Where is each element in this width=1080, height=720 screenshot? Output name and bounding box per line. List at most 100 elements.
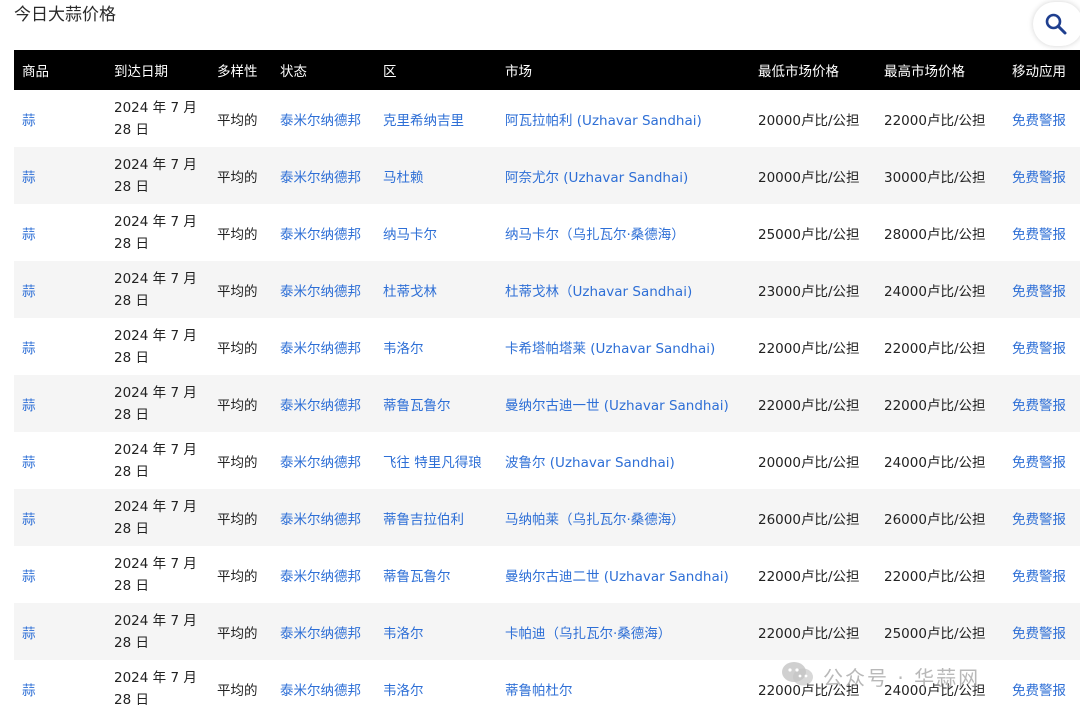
table-row: 蒜 2024 年 7 月 28 日 平均的 泰米尔纳德邦 蒂鲁瓦鲁尔 曼纳尔古迪一世 (U… [14, 375, 1080, 432]
cell-district[interactable]: 飞往 特里凡得琅 [375, 432, 497, 489]
cell-district[interactable]: 杜蒂戈林 [375, 261, 497, 318]
table-row: 蒜 2024 年 7 月 28 日 平均的 泰米尔纳德邦 韦洛尔 卡帕迪（乌扎瓦尔·桑德海… [14, 603, 1080, 660]
cell-market[interactable]: 马纳帕莱（乌扎瓦尔·桑德海） [497, 489, 750, 546]
cell-district[interactable]: 蒂鲁吉拉伯利 [375, 489, 497, 546]
table-header-row: 商品 到达日期 多样性 状态 区 市场 最低市场价格 最高市场价格 移动应用 [14, 50, 1080, 90]
cell-free-alert-link[interactable]: 免费警报 [1004, 204, 1080, 261]
cell-max-price: 22000卢比/公担 [884, 112, 986, 129]
cell-market[interactable]: 卡希塔帕塔莱 (Uzhavar Sandhai) [497, 318, 750, 375]
cell-district[interactable]: 马杜赖 [375, 147, 497, 204]
cell-market[interactable]: 卡帕迪（乌扎瓦尔·桑德海） [497, 603, 750, 660]
cell-variety: 平均的 [217, 226, 258, 243]
cell-state[interactable]: 泰米尔纳德邦 [272, 90, 375, 147]
cell-min-price: 26000卢比/公担 [758, 511, 860, 528]
cell-market[interactable]: 阿奈尤尔 (Uzhavar Sandhai) [497, 147, 750, 204]
cell-district[interactable]: 韦洛尔 [375, 660, 497, 717]
cell-commodity[interactable]: 蒜 [14, 261, 106, 318]
cell-district[interactable]: 韦洛尔 [375, 603, 497, 660]
cell-min-price: 25000卢比/公担 [758, 226, 860, 243]
cell-variety: 平均的 [217, 625, 258, 642]
cell-max-price: 30000卢比/公担 [884, 169, 986, 186]
header-min-price: 最低市场价格 [758, 64, 839, 80]
cell-arrival-date: 2024 年 7 月 28 日 [114, 327, 197, 366]
cell-arrival-date: 2024 年 7 月 28 日 [114, 669, 197, 708]
cell-variety: 平均的 [217, 511, 258, 528]
cell-free-alert-link[interactable]: 免费警报 [1004, 261, 1080, 318]
cell-market[interactable]: 阿瓦拉帕利 (Uzhavar Sandhai) [497, 90, 750, 147]
cell-max-price: 22000卢比/公担 [884, 340, 986, 357]
cell-arrival-date: 2024 年 7 月 28 日 [114, 555, 197, 594]
cell-free-alert-link[interactable]: 免费警报 [1004, 660, 1080, 717]
cell-state[interactable]: 泰米尔纳德邦 [272, 546, 375, 603]
cell-variety: 平均的 [217, 397, 258, 414]
cell-district[interactable]: 克里希纳吉里 [375, 90, 497, 147]
cell-variety: 平均的 [217, 340, 258, 357]
cell-market[interactable]: 纳马卡尔（乌扎瓦尔·桑德海） [497, 204, 750, 261]
cell-market[interactable]: 曼纳尔古迪二世 (Uzhavar Sandhai) [497, 546, 750, 603]
search-button[interactable] [1033, 2, 1080, 46]
price-table: 商品 到达日期 多样性 状态 区 市场 最低市场价格 最高市场价格 移动应用 蒜… [14, 50, 1080, 717]
cell-arrival-date: 2024 年 7 月 28 日 [114, 156, 197, 195]
table-row: 蒜 2024 年 7 月 28 日 平均的 泰米尔纳德邦 飞往 特里凡得琅 波鲁尔 (Uz… [14, 432, 1080, 489]
cell-commodity[interactable]: 蒜 [14, 660, 106, 717]
cell-state[interactable]: 泰米尔纳德邦 [272, 261, 375, 318]
cell-free-alert-link[interactable]: 免费警报 [1004, 603, 1080, 660]
cell-min-price: 22000卢比/公担 [758, 397, 860, 414]
cell-min-price: 22000卢比/公担 [758, 340, 860, 357]
cell-free-alert-link[interactable]: 免费警报 [1004, 546, 1080, 603]
table-row: 蒜 2024 年 7 月 28 日 平均的 泰米尔纳德邦 韦洛尔 蒂鲁帕杜尔 22000卢比… [14, 660, 1080, 717]
header-state: 状态 [280, 64, 307, 80]
cell-min-price: 20000卢比/公担 [758, 454, 860, 471]
cell-market[interactable]: 曼纳尔古迪一世 (Uzhavar Sandhai) [497, 375, 750, 432]
table-row: 蒜 2024 年 7 月 28 日 平均的 泰米尔纳德邦 韦洛尔 卡希塔帕塔莱 (Uzha… [14, 318, 1080, 375]
cell-arrival-date: 2024 年 7 月 28 日 [114, 99, 197, 138]
cell-max-price: 24000卢比/公担 [884, 682, 986, 699]
cell-max-price: 22000卢比/公担 [884, 397, 986, 414]
cell-min-price: 22000卢比/公担 [758, 568, 860, 585]
cell-state[interactable]: 泰米尔纳德邦 [272, 204, 375, 261]
table-row: 蒜 2024 年 7 月 28 日 平均的 泰米尔纳德邦 蒂鲁瓦鲁尔 曼纳尔古迪二世 (U… [14, 546, 1080, 603]
cell-commodity[interactable]: 蒜 [14, 603, 106, 660]
cell-min-price: 20000卢比/公担 [758, 169, 860, 186]
cell-arrival-date: 2024 年 7 月 28 日 [114, 498, 197, 537]
cell-commodity[interactable]: 蒜 [14, 432, 106, 489]
cell-free-alert-link[interactable]: 免费警报 [1004, 375, 1080, 432]
cell-free-alert-link[interactable]: 免费警报 [1004, 90, 1080, 147]
cell-min-price: 20000卢比/公担 [758, 112, 860, 129]
cell-market[interactable]: 波鲁尔 (Uzhavar Sandhai) [497, 432, 750, 489]
cell-district[interactable]: 蒂鲁瓦鲁尔 [375, 375, 497, 432]
cell-arrival-date: 2024 年 7 月 28 日 [114, 612, 197, 651]
cell-commodity[interactable]: 蒜 [14, 375, 106, 432]
cell-commodity[interactable]: 蒜 [14, 204, 106, 261]
cell-free-alert-link[interactable]: 免费警报 [1004, 489, 1080, 546]
cell-state[interactable]: 泰米尔纳德邦 [272, 318, 375, 375]
cell-market[interactable]: 蒂鲁帕杜尔 [497, 660, 750, 717]
cell-variety: 平均的 [217, 568, 258, 585]
cell-max-price: 22000卢比/公担 [884, 568, 986, 585]
cell-free-alert-link[interactable]: 免费警报 [1004, 147, 1080, 204]
cell-arrival-date: 2024 年 7 月 28 日 [114, 213, 197, 252]
cell-commodity[interactable]: 蒜 [14, 318, 106, 375]
cell-free-alert-link[interactable]: 免费警报 [1004, 432, 1080, 489]
cell-max-price: 25000卢比/公担 [884, 625, 986, 642]
cell-state[interactable]: 泰米尔纳德邦 [272, 375, 375, 432]
cell-state[interactable]: 泰米尔纳德邦 [272, 432, 375, 489]
cell-commodity[interactable]: 蒜 [14, 546, 106, 603]
cell-commodity[interactable]: 蒜 [14, 90, 106, 147]
cell-commodity[interactable]: 蒜 [14, 489, 106, 546]
cell-commodity[interactable]: 蒜 [14, 147, 106, 204]
cell-arrival-date: 2024 年 7 月 28 日 [114, 441, 197, 480]
cell-state[interactable]: 泰米尔纳德邦 [272, 489, 375, 546]
cell-free-alert-link[interactable]: 免费警报 [1004, 318, 1080, 375]
cell-district[interactable]: 韦洛尔 [375, 318, 497, 375]
cell-state[interactable]: 泰米尔纳德邦 [272, 147, 375, 204]
cell-state[interactable]: 泰米尔纳德邦 [272, 603, 375, 660]
cell-district[interactable]: 蒂鲁瓦鲁尔 [375, 546, 497, 603]
header-max-price: 最高市场价格 [884, 64, 965, 80]
cell-market[interactable]: 杜蒂戈林（Uzhavar Sandhai) [497, 261, 750, 318]
cell-min-price: 22000卢比/公担 [758, 682, 860, 699]
cell-max-price: 26000卢比/公担 [884, 511, 986, 528]
header-market: 市场 [505, 64, 532, 80]
cell-district[interactable]: 纳马卡尔 [375, 204, 497, 261]
cell-state[interactable]: 泰米尔纳德邦 [272, 660, 375, 717]
